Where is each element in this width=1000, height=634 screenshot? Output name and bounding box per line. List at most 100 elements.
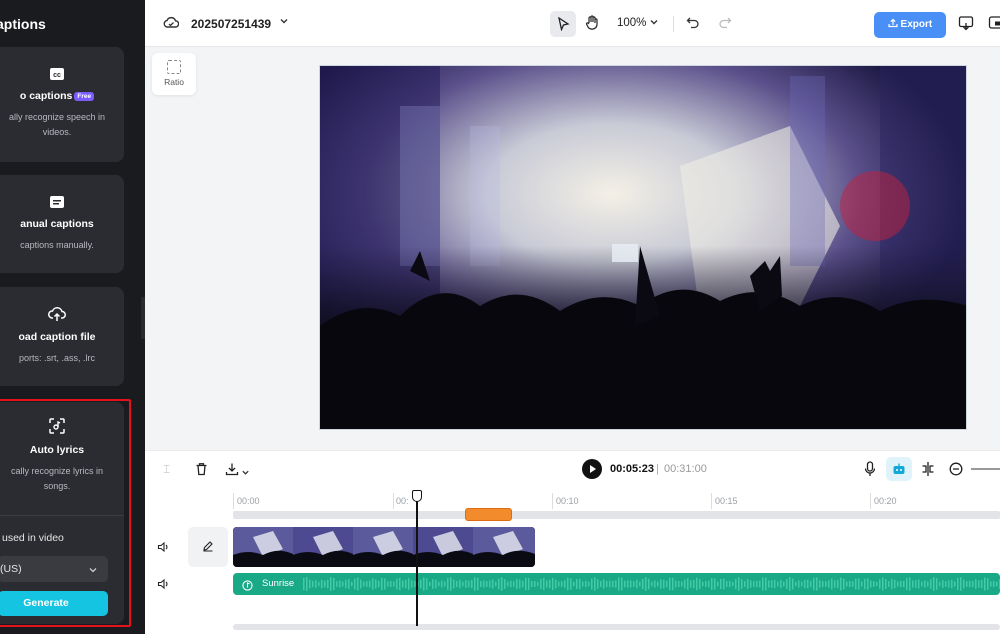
waveform-bar xyxy=(993,580,995,588)
waveform-bar xyxy=(858,578,860,590)
waveform-bar xyxy=(777,581,779,587)
waveform-bar xyxy=(942,580,944,588)
waveform-bar xyxy=(408,578,410,590)
waveform-bar xyxy=(606,580,608,588)
video-preview[interactable] xyxy=(319,65,967,430)
chevron-down-icon[interactable] xyxy=(279,15,289,29)
download-icon[interactable] xyxy=(225,462,239,481)
waveform-bar xyxy=(816,577,818,591)
waveform-bar xyxy=(621,577,623,591)
waveform-bar xyxy=(849,580,851,588)
video-clip[interactable] xyxy=(233,527,535,567)
waveform-bar xyxy=(351,581,353,587)
waveform-bar xyxy=(315,580,317,588)
speaker-icon[interactable] xyxy=(157,577,170,595)
layout-icon[interactable] xyxy=(988,15,1000,34)
edit-cover-button[interactable] xyxy=(188,527,228,567)
waveform-bar xyxy=(327,579,329,589)
waveform-bar xyxy=(432,579,434,589)
waveform-bar xyxy=(711,578,713,590)
subtitle-icon xyxy=(0,195,124,214)
waveform-bar xyxy=(360,579,362,589)
waveform-bar xyxy=(924,580,926,588)
waveform-bar xyxy=(402,580,404,588)
waveform-bar xyxy=(489,580,491,588)
upload-caption-card[interactable]: oad caption file ports: .srt, .ass, .lrc xyxy=(0,287,124,386)
waveform-bar xyxy=(726,581,728,587)
waveform-bar xyxy=(633,581,635,587)
select-pointer-button[interactable] xyxy=(550,11,576,37)
waveform-bar xyxy=(627,580,629,588)
play-button[interactable] xyxy=(582,459,602,479)
chevron-down-icon[interactable] xyxy=(241,464,250,482)
playhead[interactable] xyxy=(412,490,422,626)
sidebar-title: aptions xyxy=(0,16,46,32)
waveform-bar xyxy=(804,579,806,589)
waveform-bar xyxy=(582,581,584,587)
time-tick: 00:15 xyxy=(715,496,738,506)
waveform-bar xyxy=(426,578,428,590)
undo-icon[interactable] xyxy=(686,15,700,32)
waveform-bar xyxy=(900,580,902,588)
waveform-bar xyxy=(651,581,653,587)
waveform-bar xyxy=(498,578,500,590)
waveform-bar xyxy=(534,581,536,587)
waveform-bar xyxy=(507,581,509,587)
waveform-bar xyxy=(945,581,947,587)
export-button[interactable]: Export xyxy=(874,12,946,38)
auto-captions-card[interactable]: cc o captions Free ally recognize speech … xyxy=(0,47,124,162)
manual-captions-card[interactable]: anual captions captions manually. xyxy=(0,175,124,273)
waveform-bar xyxy=(675,580,677,588)
card-desc: videos. xyxy=(42,127,72,137)
waveform-bar xyxy=(552,578,554,590)
waveform-bar xyxy=(954,581,956,587)
present-screen-icon[interactable] xyxy=(958,15,974,34)
audio-clip[interactable]: Sunrise xyxy=(233,573,1000,595)
waveform-bar xyxy=(882,577,884,591)
waveform-bar xyxy=(897,581,899,587)
waveform-bar xyxy=(348,579,350,589)
waveform-bar xyxy=(678,581,680,587)
auto-captions-title: o captions xyxy=(19,90,73,102)
waveform-bar xyxy=(639,581,641,587)
project-name[interactable]: 202507251439 xyxy=(191,17,271,31)
ai-assistant-button[interactable] xyxy=(886,457,912,481)
waveform-bar xyxy=(852,581,854,587)
zoom-out-icon[interactable] xyxy=(949,462,963,481)
waveform-bar xyxy=(420,579,422,589)
trash-icon[interactable] xyxy=(195,462,208,481)
cc-icon: cc xyxy=(0,67,124,86)
waveform-bar xyxy=(381,577,383,591)
waveform-bar xyxy=(747,579,749,589)
playhead-handle[interactable] xyxy=(412,490,422,502)
waveform-bar xyxy=(861,581,863,587)
waveform-bar xyxy=(957,577,959,591)
time-separator: | xyxy=(656,463,659,475)
waveform-bar xyxy=(798,580,800,588)
speaker-icon[interactable] xyxy=(157,540,170,558)
waveform-bar xyxy=(513,581,515,587)
waveform-bar xyxy=(960,577,962,591)
waveform-bar xyxy=(393,581,395,587)
split-icon[interactable] xyxy=(921,461,935,482)
waveform-bar xyxy=(378,580,380,588)
waveform-bar xyxy=(909,577,911,591)
zoom-slider[interactable] xyxy=(971,468,1000,470)
microphone-icon[interactable] xyxy=(864,461,876,482)
waveform-bar xyxy=(753,581,755,587)
waveform-bar xyxy=(657,581,659,587)
cloud-icon[interactable] xyxy=(163,15,180,32)
redo-icon[interactable] xyxy=(718,15,732,32)
caption-clip[interactable] xyxy=(465,508,512,521)
horizontal-scrollbar[interactable] xyxy=(233,624,1000,630)
waveform-bar xyxy=(741,579,743,589)
waveform-bar xyxy=(612,580,614,588)
waveform-bar xyxy=(522,580,524,588)
time-tick: 00:10 xyxy=(556,496,579,506)
ratio-button[interactable]: Ratio xyxy=(152,53,196,95)
hand-icon[interactable] xyxy=(585,15,599,34)
zoom-level[interactable]: 100% xyxy=(617,17,646,29)
chevron-down-icon[interactable] xyxy=(649,16,659,30)
split-cursor-icon[interactable]: ⌶ xyxy=(163,462,170,477)
free-badge: Free xyxy=(74,91,95,101)
